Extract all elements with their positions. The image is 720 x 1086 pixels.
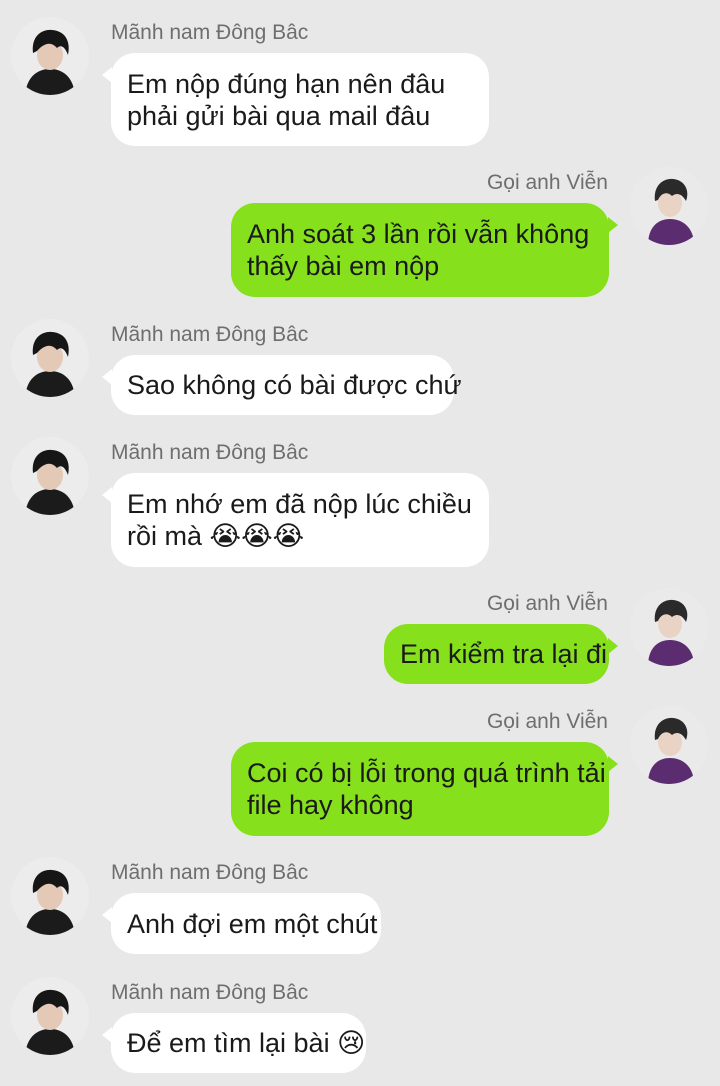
message-bubble[interactable]: Em nhớ em đã nộp lúc chiều rồi mà 😭😭😭	[102, 473, 489, 567]
message-text: rồi mà 😭😭😭	[127, 521, 305, 551]
message-text: phải gửi bài qua mail đâu	[127, 100, 431, 131]
message-text: Em nhớ em đã nộp lúc chiều	[127, 489, 472, 519]
avatar[interactable]	[630, 706, 708, 784]
message-bubble[interactable]: Em nộp đúng hạn nên đâu phải gửi bài qua…	[102, 53, 489, 146]
avatar[interactable]	[11, 857, 89, 935]
avatar[interactable]	[630, 588, 708, 666]
sender-name: Gọi anh Viễn	[486, 592, 608, 615]
sender-name: Mãnh nam Đông Bâc	[111, 441, 309, 464]
message-text: Để em tìm lại bài 😢	[127, 1028, 366, 1058]
message-bubble[interactable]: Anh soát 3 lần rồi vẫn không thấy bài em…	[231, 203, 618, 297]
avatar-icon	[11, 437, 89, 515]
message-text: Sao không có bài được chứ	[127, 370, 462, 400]
avatar-icon	[630, 588, 708, 666]
avatar-icon	[11, 17, 89, 95]
message-bubble[interactable]: Anh đợi em một chút	[102, 893, 381, 954]
avatar[interactable]	[630, 167, 708, 245]
avatar-icon	[630, 706, 708, 784]
message-text: Anh soát 3 lần rồi vẫn không	[247, 219, 590, 249]
avatar-icon	[11, 319, 89, 397]
message-bubble[interactable]: Em kiểm tra lại đi	[384, 624, 618, 684]
avatar[interactable]	[11, 977, 89, 1055]
sender-name: Mãnh nam Đông Bâc	[111, 981, 309, 1004]
message-text: Em kiểm tra lại đi	[400, 639, 608, 669]
sender-name: Gọi anh Viễn	[486, 171, 608, 194]
avatar-icon	[11, 857, 89, 935]
avatar-icon	[630, 167, 708, 245]
message-bubble[interactable]: Để em tìm lại bài 😢	[102, 1013, 366, 1073]
sender-name: Mãnh nam Đông Bâc	[111, 21, 309, 44]
message-text: file hay không	[247, 790, 414, 820]
avatar[interactable]	[11, 437, 89, 515]
message-text: Em nộp đúng hạn nên đâu	[127, 68, 446, 99]
sender-name: Gọi anh Viễn	[486, 710, 608, 733]
message-bubble[interactable]: Coi có bị lỗi trong quá trình tải file h…	[231, 742, 618, 836]
message-text: Anh đợi em một chút	[127, 908, 378, 939]
avatar-icon	[11, 977, 89, 1055]
message-text: thấy bài em nộp	[247, 251, 440, 281]
avatar[interactable]	[11, 17, 89, 95]
sender-name: Mãnh nam Đông Bâc	[111, 323, 309, 346]
avatar[interactable]	[11, 319, 89, 397]
message-text: Coi có bị lỗi trong quá trình tải	[247, 758, 606, 788]
message-bubble[interactable]: Sao không có bài được chứ	[102, 355, 462, 415]
sender-name: Mãnh nam Đông Bâc	[111, 861, 309, 884]
